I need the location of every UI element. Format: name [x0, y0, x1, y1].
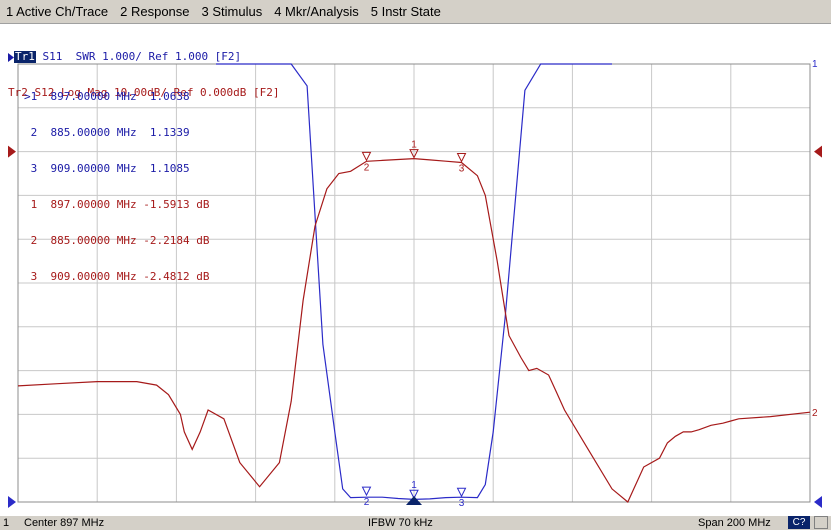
marker-freq: 897.00000 MHz	[50, 198, 137, 211]
menu-response[interactable]: 2 Response	[114, 4, 195, 19]
menu-stimulus[interactable]: 3 Stimulus	[196, 4, 269, 19]
marker-value: 1.1339	[149, 126, 190, 139]
menu-mkr-analysis[interactable]: 4 Mkr/Analysis	[268, 4, 365, 19]
marker-row: 2 885.00000 MHz -2.2184 dB	[24, 234, 210, 247]
status-blank-box	[814, 516, 828, 529]
marker-row: 1 897.00000 MHz -1.5913 dB	[24, 198, 210, 211]
reference-arrow-right-icon	[814, 496, 822, 508]
marker-triangle-tr2	[361, 151, 372, 162]
status-channel: 1	[3, 517, 10, 529]
marker-value: 1.1085	[149, 162, 190, 175]
marker-label: >1	[24, 90, 38, 103]
marker-freq: 885.00000 MHz	[50, 126, 137, 139]
marker-value: 1.0638	[149, 90, 190, 103]
marker-table: >1 897.00000 MHz 1.0638 2 885.00000 MHz …	[24, 67, 209, 307]
status-cal-badge[interactable]: C?	[788, 516, 810, 529]
marker-label: 2	[24, 126, 38, 139]
marker-row: 3 909.00000 MHz 1.1085	[24, 163, 209, 175]
marker-value: -2.2184 dB	[143, 234, 210, 247]
marker-label: 3	[24, 162, 38, 175]
trace-line-tr1[interactable]: Tr1 S11 SWR 1.000/ Ref 1.000 [F2]	[8, 51, 280, 63]
trace-ref-label: 1	[812, 59, 818, 70]
status-span[interactable]: Span 200 MHz	[698, 517, 771, 529]
marker-freq: 909.00000 MHz	[50, 162, 137, 175]
reference-arrow-right-icon	[814, 145, 822, 158]
marker-freq: 897.00000 MHz	[50, 90, 137, 103]
marker-number-label: 1	[411, 140, 417, 151]
trace-ref-label: 2	[812, 408, 818, 419]
marker-label: 3	[24, 270, 38, 283]
marker-number-label: 3	[459, 163, 465, 174]
marker-row: >1 897.00000 MHz 1.0638	[24, 91, 209, 103]
active-marker-triangle-icon	[406, 496, 422, 505]
trace-settings-tr1: S11 SWR 1.000/ Ref 1.000 [F2]	[35, 50, 242, 63]
marker-triangle-tr1	[361, 486, 372, 497]
marker-number-label: 1	[411, 480, 417, 491]
measurement-screen[interactable]: 1 2 3 1 1 2 3 2 Tr1 S11 SWR 1.000/ Ref 1.000 [F…	[0, 23, 831, 517]
marker-row: 2 885.00000 MHz 1.1339	[24, 127, 209, 139]
menu-active-ch-trace[interactable]: 1 Active Ch/Trace	[0, 4, 114, 19]
menu-bar: 1 Active Ch/Trace 2 Response 3 Stimulus …	[0, 0, 831, 22]
marker-triangle-tr2	[456, 152, 467, 163]
marker-number-label: 3	[459, 498, 465, 509]
trace-id-tr1[interactable]: Tr1	[14, 51, 36, 63]
status-ifbw[interactable]: IFBW 70 kHz	[368, 517, 433, 529]
marker-freq: 885.00000 MHz	[50, 234, 137, 247]
menu-instr-state[interactable]: 5 Instr State	[365, 4, 447, 19]
reference-arrow-left-icon	[8, 145, 16, 158]
marker-value: -1.5913 dB	[143, 198, 210, 211]
marker-value: -2.4812 dB	[143, 270, 210, 283]
reference-arrow-left-icon	[8, 496, 16, 508]
marker-label: 1	[24, 198, 38, 211]
status-center-frequency[interactable]: Center 897 MHz	[24, 517, 104, 529]
marker-number-label: 2	[364, 162, 370, 173]
marker-number-label: 2	[364, 497, 370, 508]
marker-row: 3 909.00000 MHz -2.4812 dB	[24, 270, 210, 283]
marker-label: 2	[24, 234, 38, 247]
status-bar: 1 Center 897 MHz IFBW 70 kHz Span 200 MH…	[0, 516, 831, 530]
marker-freq: 909.00000 MHz	[50, 270, 137, 283]
marker-triangle-tr1	[456, 487, 467, 498]
